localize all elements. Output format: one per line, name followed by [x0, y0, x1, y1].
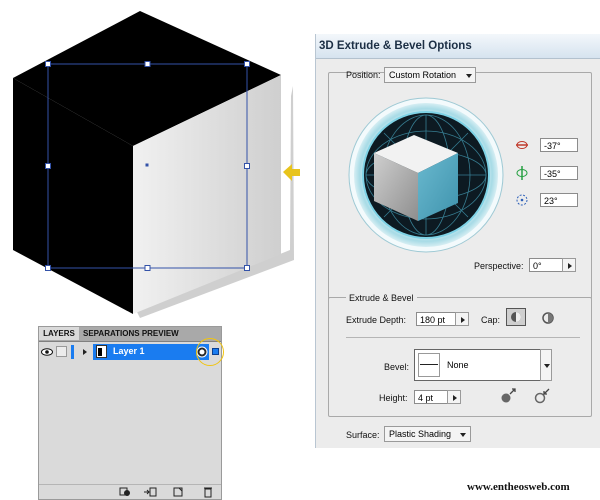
- y-axis-rotation-icon: [516, 166, 528, 180]
- perspective-label: Perspective:: [474, 261, 524, 271]
- position-select[interactable]: Custom Rotation: [384, 67, 476, 83]
- dialog-title: 3D Extrude & Bevel Options: [316, 34, 600, 59]
- expand-arrow-icon[interactable]: [83, 349, 87, 355]
- bevel-preview-line: [420, 364, 438, 365]
- layer-name: Layer 1: [113, 346, 145, 356]
- surface-label: Surface:: [346, 430, 380, 440]
- yellow-arrow-icon: [283, 164, 300, 181]
- extrude-bevel-divider: [346, 337, 580, 338]
- bevel-dropdown-button[interactable]: [540, 349, 552, 381]
- watermark: www.entheosweb.com: [467, 481, 570, 493]
- chevron-down-icon: [466, 74, 472, 78]
- position-select-value: Custom Rotation: [389, 70, 457, 80]
- layer-color-bar: [71, 345, 74, 359]
- chevron-down-icon: [544, 364, 550, 368]
- visibility-eye-icon[interactable]: [41, 347, 53, 357]
- height-input[interactable]: 4 pt: [414, 390, 448, 404]
- lock-toggle[interactable]: [56, 346, 67, 357]
- layer-selected-bar[interactable]: Layer 1: [93, 344, 209, 360]
- position-label: Position:: [346, 70, 381, 80]
- bevel-extent-out-icon[interactable]: [499, 387, 517, 405]
- perspective-input[interactable]: 0°: [529, 258, 563, 272]
- surface-select-value: Plastic Shading: [389, 429, 452, 439]
- chevron-right-icon: [568, 263, 572, 269]
- chevron-down-icon: [460, 433, 466, 437]
- bevel-preview: [418, 353, 440, 377]
- x-rotation-input[interactable]: -37°: [540, 138, 578, 152]
- chevron-right-icon: [461, 317, 465, 323]
- highlight-circle: [196, 338, 224, 366]
- bevel-extent-in-icon[interactable]: [533, 387, 551, 405]
- trash-icon[interactable]: [203, 486, 213, 498]
- cap-on-icon: [511, 312, 521, 322]
- height-slider-button[interactable]: [447, 390, 461, 404]
- cube-artwork[interactable]: [0, 0, 300, 330]
- cap-on-button[interactable]: [506, 308, 526, 326]
- z-axis-rotation-icon: [516, 194, 528, 206]
- extrude-depth-input[interactable]: 180 pt: [416, 312, 456, 326]
- chevron-right-icon: [453, 395, 457, 401]
- bevel-value: None: [447, 360, 469, 370]
- layers-panel: LAYERS SEPARATIONS PREVIEW Layer 1: [38, 326, 224, 500]
- bevel-select[interactable]: None: [414, 349, 552, 381]
- make-clipping-mask-icon[interactable]: [119, 487, 131, 497]
- height-label: Height:: [379, 393, 408, 403]
- extrude-depth-label: Extrude Depth:: [346, 315, 407, 325]
- create-sublayer-icon[interactable]: [143, 487, 157, 497]
- perspective-slider-button[interactable]: [562, 258, 576, 272]
- cap-label: Cap:: [481, 315, 501, 325]
- extrude-depth-slider-button[interactable]: [455, 312, 469, 326]
- create-new-layer-icon[interactable]: [173, 487, 183, 497]
- bevel-label: Bevel:: [384, 362, 410, 372]
- surface-select[interactable]: Plastic Shading: [384, 426, 471, 442]
- tab-separations-preview[interactable]: SEPARATIONS PREVIEW: [83, 327, 203, 340]
- z-rotation-input[interactable]: 23°: [540, 193, 578, 207]
- tab-layers[interactable]: LAYERS: [39, 327, 79, 340]
- rotation-trackball[interactable]: [346, 95, 506, 255]
- panel-footer: [39, 484, 221, 499]
- extrude-bevel-header: Extrude & Bevel: [346, 293, 417, 303]
- layer-row[interactable]: Layer 1: [39, 343, 221, 361]
- y-rotation-input[interactable]: -35°: [540, 166, 578, 180]
- selection-center-point: [145, 163, 149, 167]
- extrude-bevel-dialog: 3D Extrude & Bevel Options Position: Cus…: [315, 34, 600, 448]
- layer-thumbnail: [96, 345, 107, 358]
- x-axis-rotation-icon: [516, 141, 528, 149]
- cap-off-icon[interactable]: [540, 310, 556, 326]
